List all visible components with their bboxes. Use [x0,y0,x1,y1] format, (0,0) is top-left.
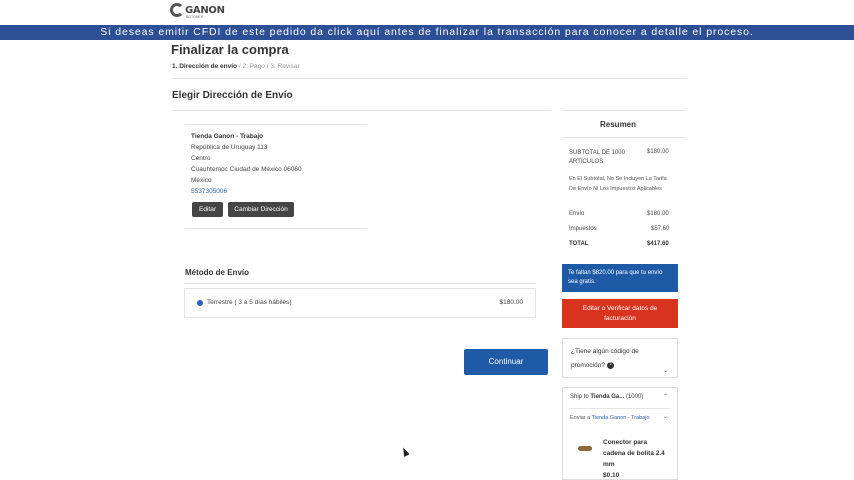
section-title: Elegir Dirección de Envío [172,90,293,101]
step-shipping-address: 1. Dirección de envío [172,63,238,70]
cfdi-banner[interactable]: Si deseas emitir CFDI de este pedido da … [0,25,854,40]
mouse-cursor-icon [400,446,410,457]
subtotal-value: $180.00 [647,149,669,155]
address-phone[interactable]: 5537305006 [191,186,302,197]
address-line: Cuauhtemoc Ciudad de México 06060 [191,166,302,173]
product-info: Conector para cadena de bolita 2.4 mm $0… [603,437,671,480]
shipping-option-price: $180.00 [499,299,524,306]
shipping-radio[interactable] [197,300,203,306]
logo-text: GANON [185,4,225,16]
product-price: $0.10 [603,472,620,479]
total-value: $417.60 [647,241,669,247]
billing-button[interactable]: Editar o Verificar datos de facturación [562,299,678,328]
free-shipping-notice: Te faltan $820.00 para que tu envío sea … [562,264,678,292]
chevron-down-icon[interactable]: ⌄ [663,413,668,420]
site-header: GANON BOTONES [0,0,854,26]
product-image [578,446,592,451]
logo[interactable]: GANON BOTONES [170,3,225,19]
help-icon[interactable]: ? [606,361,614,369]
ship-to-prefix: Ship to [570,394,589,400]
shipping-label: Envío [569,211,585,217]
continue-button[interactable]: Continuar [464,349,548,375]
address-name: Tienda Ganon - Trabajo [191,133,264,140]
summary-title: Resumen [600,120,637,129]
step-payment: 2. Pago [242,63,265,70]
ship-to-header[interactable]: Ship to Tienda Ga... (1000) [570,394,643,400]
address-card-top [185,124,367,125]
taxes-value: $57.60 [651,226,670,232]
page-title: Finalizar la compra [171,42,289,57]
divider [171,110,551,111]
step-separator: / [238,63,241,70]
product-name: Conector para cadena de bolita 2.4 mm [603,439,665,468]
send-to-line[interactable]: Enviar a Tienda Ganon - Trabajo [570,415,650,421]
divider [171,78,687,79]
send-to-link[interactable]: Tienda Ganon - Trabajo [592,415,650,421]
step-separator: / [266,63,269,70]
edit-address-button[interactable]: Editar [192,202,223,217]
address-card: Tienda Ganon - Trabajo República de Urug… [191,131,302,197]
ship-to-name: Tienda Ga... [590,394,625,400]
ship-to-panel: Ship to Tienda Ga... (1000) ⌃ Enviar a T… [562,387,678,480]
summary-top-rule [562,110,686,111]
promo-question: ¿Tiene algún código de promoción? [571,348,639,369]
step-review: 3. Revisar [270,63,300,70]
address-country: México [191,177,212,184]
shipping-value: $180.00 [647,211,669,217]
address-line: Centro [191,155,211,162]
total-label: TOTAL [569,241,589,247]
divider [562,137,686,138]
logo-subtext: BOTONES [186,15,204,19]
address-card-bottom [185,228,367,229]
shipping-option[interactable]: Terrestre ( 3 a 5 días hábiles) $180.00 [184,288,536,318]
ship-to-count: (1000) [625,394,644,400]
chevron-up-icon[interactable]: ⌃ [663,393,668,400]
send-to-prefix: Enviar a [570,415,591,421]
divider [569,408,671,409]
change-address-button[interactable]: Cambiar Dirección [228,202,294,217]
logo-mark-icon [170,3,184,17]
shipping-method-title: Método de Envío [185,268,249,277]
checkout-steps: 1. Dirección de envío / 2. Pago / 3. Rev… [172,63,300,70]
chevron-down-icon: ⌄ [662,368,668,374]
taxes-label: Impuestos [569,226,597,232]
subtotal-note: En El Subtotal, No Se Incluyen La Tarifa… [569,176,667,192]
promo-code-toggle[interactable]: ¿Tiene algún código de promoción? ? ⌄ [562,338,678,378]
address-line: República de Uruguay 113 [191,144,268,151]
subtotal-label: SUBTOTAL DE 1000 ARTÍCULOS [569,150,625,165]
shipping-option-label: Terrestre ( 3 a 5 días hábiles) [207,299,292,306]
divider [184,283,536,284]
